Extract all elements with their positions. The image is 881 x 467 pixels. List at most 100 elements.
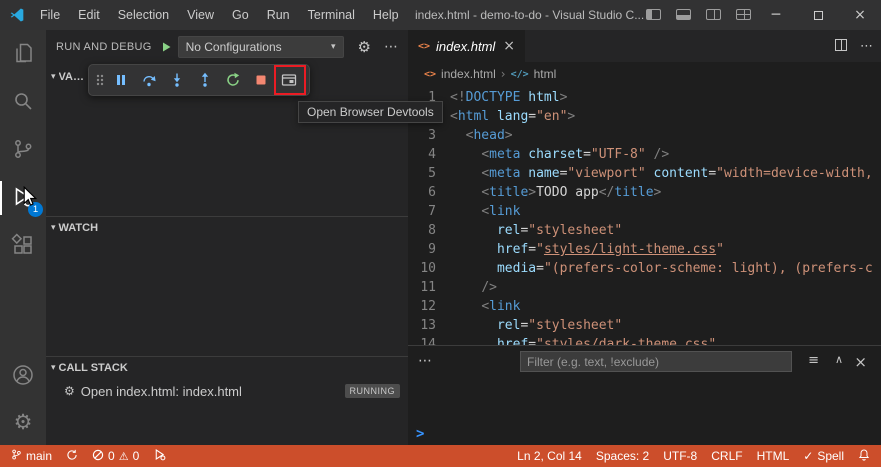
- step-over-button[interactable]: [135, 66, 163, 94]
- statusbar-right: Ln 2, Col 14 Spaces: 2 UTF-8 CRLF HTML ✓…: [510, 445, 881, 467]
- extensions-icon: [11, 232, 35, 260]
- close-button[interactable]: ×: [839, 0, 881, 30]
- sidebar-item-extensions[interactable]: [0, 222, 46, 270]
- code-line[interactable]: 11 />: [408, 278, 881, 297]
- start-debugging-icon[interactable]: [160, 41, 172, 53]
- minimize-button[interactable]: ─: [755, 0, 797, 30]
- debug-status-item[interactable]: [146, 445, 173, 467]
- menu-run[interactable]: Run: [258, 0, 299, 30]
- breadcrumb-file[interactable]: index.html: [441, 67, 496, 81]
- line-number[interactable]: 9: [408, 240, 436, 259]
- code-line[interactable]: 4 <meta charset="UTF-8" />: [408, 145, 881, 164]
- code-line[interactable]: 9 href="styles/light-theme.css": [408, 240, 881, 259]
- problems-item[interactable]: 0 ⚠ 0: [85, 445, 146, 467]
- breadcrumb-file-icon: <>: [424, 68, 437, 80]
- debug-gear-icon[interactable]: ⚙: [358, 38, 371, 56]
- sidebar-more-actions-icon[interactable]: ⋯: [384, 39, 398, 55]
- code-line[interactable]: 12 <link: [408, 297, 881, 316]
- line-number[interactable]: 14: [408, 335, 436, 345]
- split-editor-icon[interactable]: [835, 38, 847, 54]
- maximize-button[interactable]: [797, 0, 839, 30]
- indentation-item[interactable]: Spaces: 2: [589, 445, 656, 467]
- language-mode-item[interactable]: HTML: [750, 445, 797, 467]
- sidebar-item-run-and-debug[interactable]: 1: [0, 174, 46, 222]
- git-branch-item[interactable]: main: [4, 445, 59, 467]
- pause-button[interactable]: [107, 66, 135, 94]
- console-filter-input[interactable]: [520, 351, 792, 372]
- line-number[interactable]: 13: [408, 316, 436, 335]
- line-number[interactable]: 8: [408, 221, 436, 240]
- drag-handle-icon[interactable]: [93, 72, 107, 88]
- menu-terminal[interactable]: Terminal: [299, 0, 364, 30]
- code-line[interactable]: 5 <meta name="viewport" content="width=d…: [408, 164, 881, 183]
- debug-run-icon: [153, 448, 166, 464]
- code-line[interactable]: 2<html lang="en">: [408, 107, 881, 126]
- open-browser-devtools-button[interactable]: [275, 66, 303, 94]
- call-stack-session-row[interactable]: ⚙ Open index.html: index.html RUNNING: [46, 380, 408, 402]
- code-lines[interactable]: 1<!DOCTYPE html>2<html lang="en">3 <head…: [408, 86, 881, 345]
- settings-gear-button[interactable]: ⚙: [0, 398, 46, 446]
- panel-more-actions-icon[interactable]: ⋯: [418, 353, 432, 369]
- cursor-position-item[interactable]: Ln 2, Col 14: [510, 445, 589, 467]
- code-line[interactable]: 7 <link: [408, 202, 881, 221]
- eol-item[interactable]: CRLF: [704, 445, 749, 467]
- line-number[interactable]: 6: [408, 183, 436, 202]
- filter-icon[interactable]: ≡: [808, 353, 819, 368]
- menu-help[interactable]: Help: [364, 0, 408, 30]
- toggle-panel-icon[interactable]: [676, 8, 691, 23]
- sidebar-item-search[interactable]: [0, 78, 46, 126]
- tab-index-html[interactable]: <> index.html ×: [408, 30, 526, 62]
- code-line[interactable]: 1 <!DOCTYPE html>: [408, 88, 881, 107]
- restart-button[interactable]: [219, 66, 247, 94]
- panel-close-icon[interactable]: ×: [854, 353, 867, 371]
- menu-view[interactable]: View: [178, 0, 223, 30]
- line-number[interactable]: 7: [408, 202, 436, 221]
- files-icon: [11, 41, 35, 68]
- code-line[interactable]: 14 href="styles/dark-theme.css": [408, 335, 881, 345]
- toggle-secondary-sidebar-icon[interactable]: [706, 8, 721, 23]
- step-out-button[interactable]: [191, 66, 219, 94]
- code-line[interactable]: 13 rel="stylesheet": [408, 316, 881, 335]
- debug-config-dropdown[interactable]: No Configurations ▾: [177, 36, 344, 58]
- variables-label: VARIABLES: [58, 71, 89, 83]
- sync-changes-item[interactable]: [59, 445, 85, 467]
- menu-go[interactable]: Go: [223, 0, 258, 30]
- line-number[interactable]: 12: [408, 297, 436, 316]
- code-line[interactable]: 8 rel="stylesheet": [408, 221, 881, 240]
- encoding-item[interactable]: UTF-8: [656, 445, 704, 467]
- code-line[interactable]: 10 media="(prefers-color-scheme: light),…: [408, 259, 881, 278]
- spell-checker-item[interactable]: ✓ Spell: [796, 445, 851, 467]
- branch-name: main: [26, 449, 53, 463]
- sidebar-item-explorer[interactable]: [0, 30, 46, 78]
- chevron-up-icon[interactable]: ∧: [835, 353, 843, 366]
- line-number[interactable]: 4: [408, 145, 436, 164]
- stop-button[interactable]: [247, 66, 275, 94]
- step-into-button[interactable]: [163, 66, 191, 94]
- watch-section-header[interactable]: ▾ WATCH: [46, 216, 408, 238]
- debug-toolbar: [88, 64, 310, 96]
- line-number[interactable]: 10: [408, 259, 436, 278]
- line-number[interactable]: 3: [408, 126, 436, 145]
- toggle-primary-sidebar-icon[interactable]: [646, 8, 661, 23]
- account-button[interactable]: [0, 352, 46, 400]
- code-line[interactable]: 6 <title>TODO app</title>: [408, 183, 881, 202]
- console-prompt-icon[interactable]: >: [416, 426, 424, 442]
- menu-edit[interactable]: Edit: [69, 0, 109, 30]
- menu-file[interactable]: File: [31, 0, 69, 30]
- line-number[interactable]: 11: [408, 278, 436, 297]
- check-icon: ✓: [803, 449, 814, 463]
- menu-selection[interactable]: Selection: [109, 0, 178, 30]
- code-line[interactable]: 3 <head>: [408, 126, 881, 145]
- editor-more-actions-icon[interactable]: ⋯: [860, 39, 873, 54]
- error-count: 0: [108, 449, 115, 463]
- notifications-item[interactable]: [851, 445, 877, 467]
- html-symbol-icon: </>: [510, 68, 529, 80]
- line-number[interactable]: 5: [408, 164, 436, 183]
- tab-close-icon[interactable]: ×: [503, 38, 515, 54]
- call-stack-section-header[interactable]: ▾ CALL STACK: [46, 356, 408, 378]
- customize-layout-icon[interactable]: [736, 8, 751, 23]
- window-controls: ─ ×: [755, 0, 881, 30]
- config-dropdown-value: No Configurations: [185, 40, 282, 54]
- sidebar-item-source-control[interactable]: [0, 126, 46, 174]
- breadcrumb-symbol[interactable]: html: [534, 67, 557, 81]
